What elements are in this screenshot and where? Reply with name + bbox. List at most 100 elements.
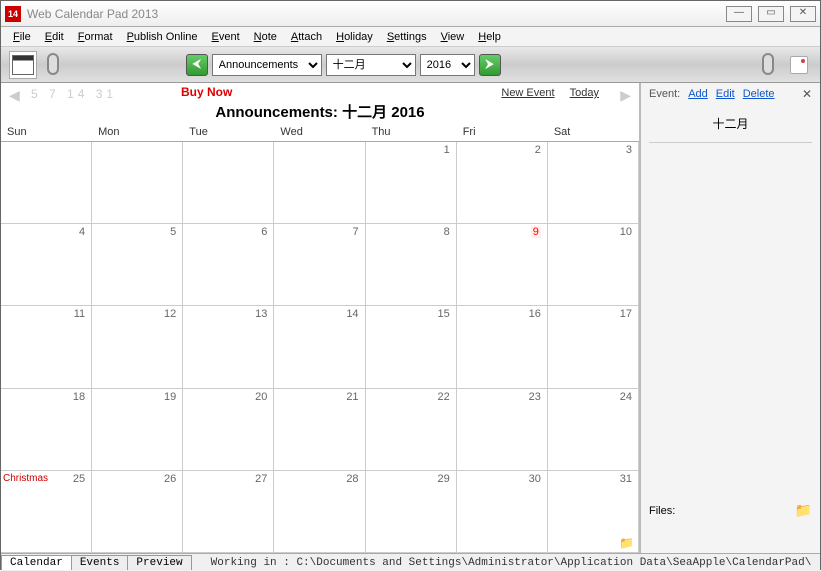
menu-format[interactable]: Format: [72, 29, 119, 45]
close-panel-icon[interactable]: ✕: [802, 87, 812, 101]
month-select[interactable]: 十二月: [326, 54, 416, 76]
day-header: Fri: [457, 123, 548, 141]
calendar-cell[interactable]: 3: [548, 142, 639, 224]
sub-header: ◀ 5 7 14 31 Buy Now New Event Today ▶ An…: [1, 83, 639, 123]
calendar-title: Announcements: 十二月 2016: [1, 101, 639, 122]
day-number: 4: [79, 226, 85, 238]
calendar-area: ◀ 5 7 14 31 Buy Now New Event Today ▶ An…: [1, 83, 640, 553]
day-number: 27: [255, 473, 267, 485]
folder-icon[interactable]: 📁: [619, 536, 634, 550]
ring-decoration: [762, 53, 774, 75]
add-link[interactable]: Add: [688, 88, 708, 100]
day-number: 15: [437, 308, 449, 320]
day-number: 30: [529, 473, 541, 485]
calendar-cell[interactable]: 29: [366, 471, 457, 553]
day-number: 31: [620, 473, 632, 485]
menu-settings[interactable]: Settings: [381, 29, 433, 45]
day-number: 18: [73, 391, 85, 403]
day-number: 6: [261, 226, 267, 238]
calendar-cell[interactable]: 26: [92, 471, 183, 553]
calendar-cell[interactable]: 27: [183, 471, 274, 553]
day-number: 24: [620, 391, 632, 403]
app-icon: 14: [5, 6, 21, 22]
sidebar-month: 十二月: [649, 115, 812, 132]
files-label: Files:: [649, 505, 675, 517]
prev-button[interactable]: ⮜: [186, 54, 208, 76]
calendar-cell[interactable]: 15: [366, 306, 457, 388]
day-number: 2: [535, 144, 541, 156]
calendar-cell[interactable]: 20: [183, 389, 274, 471]
day-number: 29: [437, 473, 449, 485]
day-header: Mon: [92, 123, 183, 141]
day-number: 8: [444, 226, 450, 238]
calendar-cell[interactable]: 22: [366, 389, 457, 471]
tab-events[interactable]: Events: [71, 555, 129, 570]
day-number: 22: [437, 391, 449, 403]
toolbar: ⮜ Announcements 十二月 2016 ⮞: [1, 47, 820, 83]
calendar-cell[interactable]: 19: [92, 389, 183, 471]
tab-calendar[interactable]: Calendar: [1, 555, 72, 570]
menu-attach[interactable]: Attach: [285, 29, 328, 45]
menu-holiday[interactable]: Holiday: [330, 29, 379, 45]
calendar-cell[interactable]: Christmas25: [1, 471, 92, 553]
calendar-cell[interactable]: 21: [274, 389, 365, 471]
day-number: 19: [164, 391, 176, 403]
close-button[interactable]: ✕: [790, 6, 816, 22]
calendar-cell[interactable]: 6: [183, 224, 274, 306]
calendar-icon[interactable]: [9, 51, 37, 79]
day-header: Sun: [1, 123, 92, 141]
calendar-cell[interactable]: [183, 142, 274, 224]
category-select[interactable]: Announcements: [212, 54, 322, 76]
calendar-cell[interactable]: 2: [457, 142, 548, 224]
calendar-cell[interactable]: 12: [92, 306, 183, 388]
minimize-button[interactable]: —: [726, 6, 752, 22]
calendar-cell[interactable]: 11: [1, 306, 92, 388]
calendar-cell[interactable]: 30: [457, 471, 548, 553]
calendar-cell[interactable]: 4: [1, 224, 92, 306]
window-title: Web Calendar Pad 2013: [27, 7, 726, 21]
day-number: 5: [170, 226, 176, 238]
sidebar: Event: Add Edit Delete ✕ 十二月 Files: 📁: [640, 83, 820, 553]
calendar-cell[interactable]: [274, 142, 365, 224]
day-number: 12: [164, 308, 176, 320]
calendar-grid: 123456789101112131415161718192021222324C…: [1, 142, 639, 553]
menu-help[interactable]: Help: [472, 29, 507, 45]
menu-event[interactable]: Event: [206, 29, 246, 45]
menu-publish-online[interactable]: Publish Online: [121, 29, 204, 45]
calendar-cell[interactable]: 1: [366, 142, 457, 224]
calendar-cell[interactable]: 9: [457, 224, 548, 306]
calendar-cell[interactable]: 23: [457, 389, 548, 471]
calendar-cell[interactable]: 31 📁: [548, 471, 639, 553]
next-button[interactable]: ⮞: [479, 54, 501, 76]
buy-now-link[interactable]: Buy Now: [181, 85, 232, 99]
calendar-cell[interactable]: 18: [1, 389, 92, 471]
year-select[interactable]: 2016: [420, 54, 475, 76]
options-button[interactable]: [790, 56, 808, 74]
menu-file[interactable]: File: [7, 29, 37, 45]
menu-view[interactable]: View: [435, 29, 471, 45]
calendar-cell[interactable]: 8: [366, 224, 457, 306]
edit-link[interactable]: Edit: [716, 88, 735, 100]
tab-preview[interactable]: Preview: [127, 555, 191, 570]
day-number: 9: [531, 226, 541, 238]
maximize-button[interactable]: ▭: [758, 6, 784, 22]
calendar-cell[interactable]: 13: [183, 306, 274, 388]
calendar-cell[interactable]: 5: [92, 224, 183, 306]
calendar-cell[interactable]: 17: [548, 306, 639, 388]
calendar-cell[interactable]: 14: [274, 306, 365, 388]
menu-edit[interactable]: Edit: [39, 29, 70, 45]
calendar-cell[interactable]: 24: [548, 389, 639, 471]
day-number: 13: [255, 308, 267, 320]
new-event-link[interactable]: New Event: [501, 87, 554, 99]
calendar-cell[interactable]: 10: [548, 224, 639, 306]
delete-link[interactable]: Delete: [743, 88, 775, 100]
calendar-cell[interactable]: [92, 142, 183, 224]
day-number: 16: [529, 308, 541, 320]
calendar-cell[interactable]: [1, 142, 92, 224]
menu-note[interactable]: Note: [248, 29, 283, 45]
today-link[interactable]: Today: [570, 87, 599, 99]
calendar-cell[interactable]: 28: [274, 471, 365, 553]
calendar-cell[interactable]: 7: [274, 224, 365, 306]
folder-icon[interactable]: 📁: [795, 502, 812, 519]
calendar-cell[interactable]: 16: [457, 306, 548, 388]
